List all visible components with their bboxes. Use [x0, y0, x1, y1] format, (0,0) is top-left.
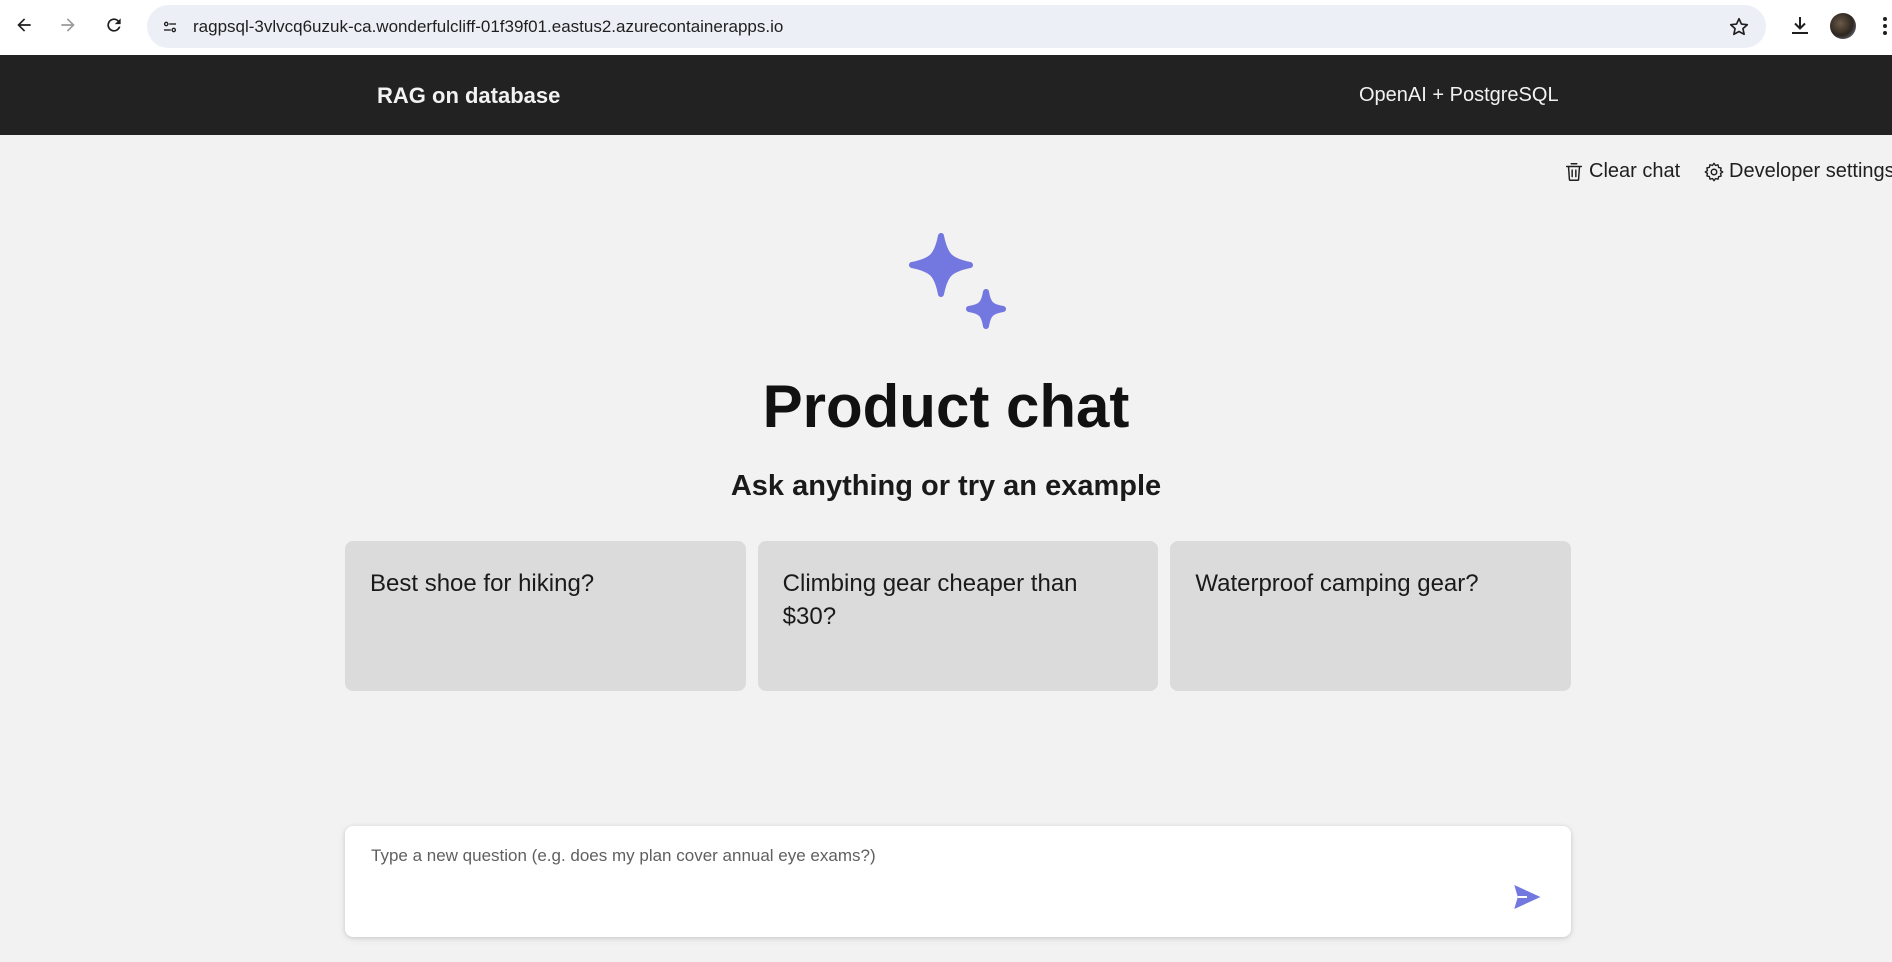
trash-icon [1565, 162, 1583, 181]
page-title: Product chat [762, 373, 1130, 440]
bookmark-star-icon[interactable] [1728, 16, 1750, 38]
example-card[interactable]: Climbing gear cheaper than $30? [757, 541, 1159, 691]
address-bar[interactable]: ragpsql-3vlvcq6uzuk-ca.wonderfulcliff-01… [147, 5, 1766, 48]
sparkle-icon [909, 233, 1006, 329]
gear-icon [1704, 162, 1724, 181]
developer-settings-button[interactable]: Developer settings [1703, 160, 1892, 183]
clear-chat-label: Clear chat [1589, 160, 1681, 182]
reload-icon[interactable] [102, 13, 126, 37]
download-icon[interactable] [1788, 14, 1812, 38]
example-card[interactable]: Waterproof camping gear? [1170, 541, 1572, 691]
url-text[interactable]: ragpsql-3vlvcq6uzuk-ca.wonderfulcliff-01… [193, 17, 783, 37]
clear-chat-button[interactable]: Clear chat [1563, 160, 1680, 183]
developer-settings-label: Developer settings [1729, 160, 1892, 182]
profile-avatar[interactable] [1830, 13, 1856, 39]
app-header: RAG on database OpenAI + PostgreSQL [0, 55, 1892, 135]
question-input-box [345, 826, 1571, 937]
example-card[interactable]: Best shoe for hiking? [345, 541, 746, 691]
example-list: Best shoe for hiking? Climbing gear chea… [345, 541, 1572, 691]
question-input[interactable] [371, 846, 1491, 916]
app-title-link[interactable]: RAG on database [377, 83, 560, 109]
site-info-icon[interactable] [159, 16, 181, 38]
page-subtitle: Ask anything or try an example [730, 470, 1162, 502]
forward-arrow-icon[interactable] [56, 13, 80, 37]
browser-toolbar: ragpsql-3vlvcq6uzuk-ca.wonderfulcliff-01… [0, 0, 1892, 55]
more-options-icon[interactable] [1878, 14, 1892, 38]
back-arrow-icon[interactable] [12, 13, 36, 37]
app-subtitle: OpenAI + PostgreSQL [1359, 84, 1559, 106]
send-icon[interactable] [1510, 880, 1544, 914]
